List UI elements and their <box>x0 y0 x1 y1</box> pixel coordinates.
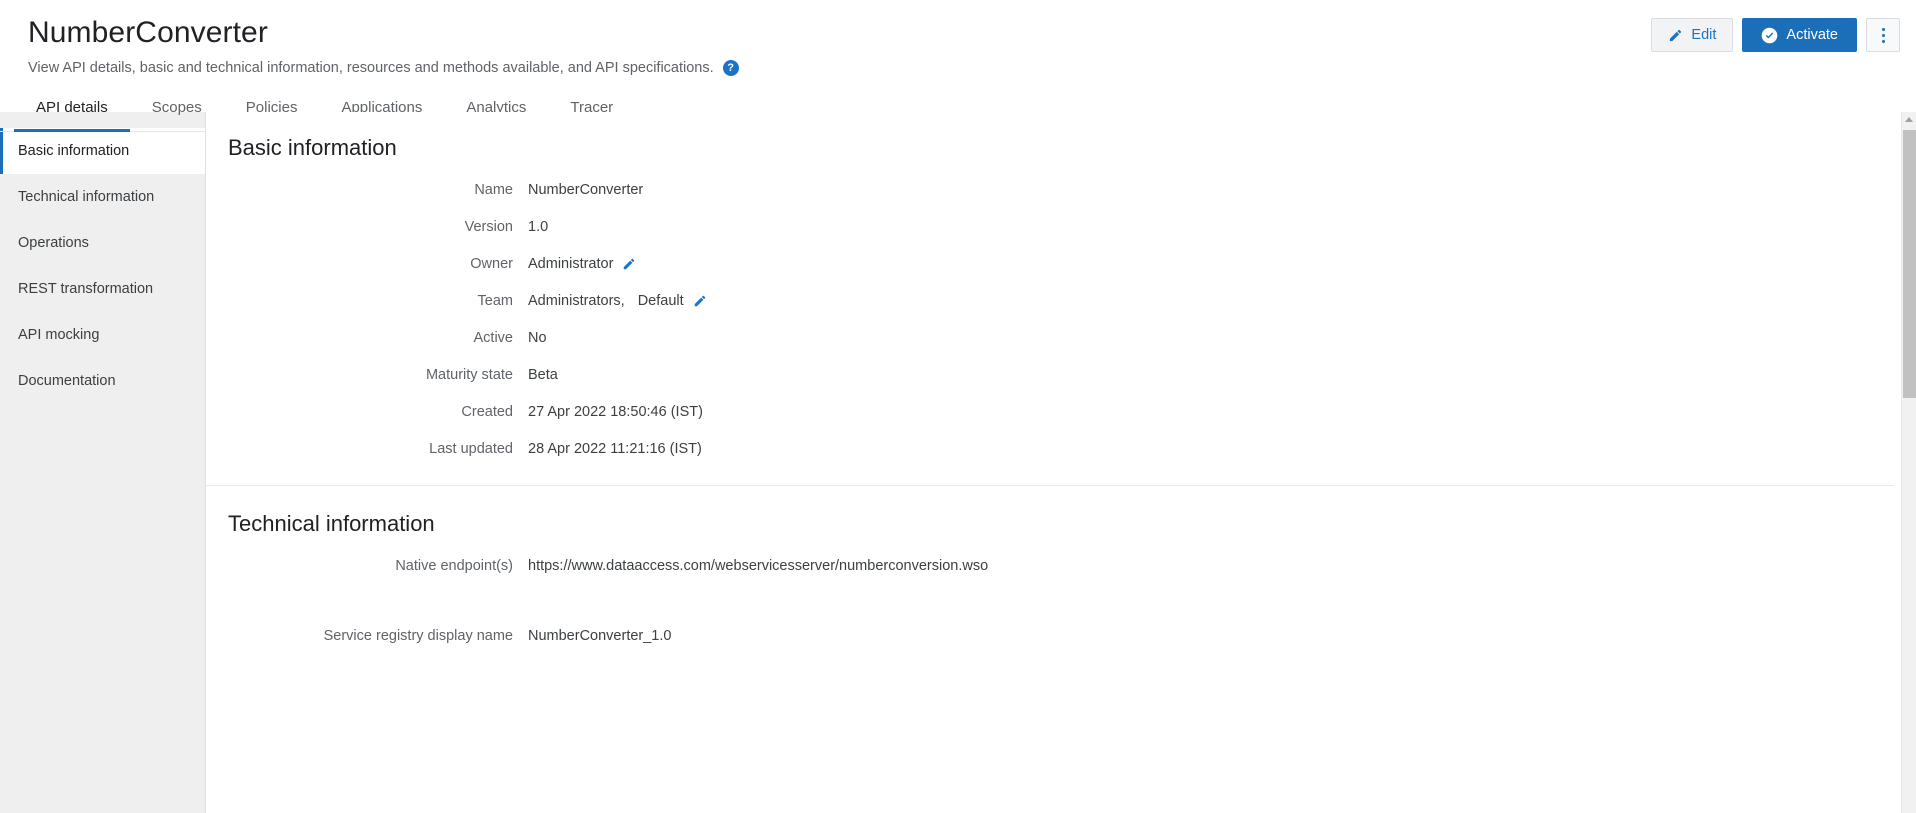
section-divider <box>206 485 1894 486</box>
detail-value-text: Beta <box>528 367 558 383</box>
page-header: NumberConverter View API details, basic … <box>0 0 1916 132</box>
detail-value-text: 28 Apr 2022 11:21:16 (IST) <box>528 441 702 457</box>
detail-value: 28 Apr 2022 11:21:16 (IST) <box>528 439 702 459</box>
owner-edit-pencil-icon[interactable] <box>622 257 636 271</box>
pencil-icon <box>1668 28 1683 43</box>
activate-button[interactable]: Activate <box>1742 18 1857 52</box>
page-body: Basic information Technical information … <box>0 112 1916 813</box>
detail-value-text: 1.0 <box>528 219 549 235</box>
header-actions: Edit Activate <box>1651 18 1900 52</box>
team-value-2: Default <box>637 293 684 309</box>
basic-information-title: Basic information <box>228 135 397 160</box>
detail-value: Administrators, Default <box>528 291 707 311</box>
native-endpoint-value: https://www.dataaccess.com/webservicesse… <box>528 558 989 574</box>
detail-row-maturity-state: Maturity state Beta <box>206 365 1916 385</box>
page-subtitle: View API details, basic and technical in… <box>28 60 714 76</box>
detail-row-team: Team Administrators, Default <box>206 291 1916 311</box>
detail-label: Team <box>477 293 513 309</box>
tab-api-details[interactable]: API details <box>14 98 130 132</box>
sidebar-item-rest-transformation[interactable]: REST transformation <box>0 266 205 312</box>
detail-row-last-updated: Last updated 28 Apr 2022 11:21:16 (IST) <box>206 439 1916 459</box>
basic-information-section: Basic information Name NumberConverter V… <box>206 134 1916 459</box>
api-details-page: NumberConverter View API details, basic … <box>0 0 1916 813</box>
team-edit-pencil-icon[interactable] <box>693 294 707 308</box>
technical-information-section: Technical information Native endpoint(s)… <box>206 510 1916 646</box>
detail-value: https://www.dataaccess.com/webservicesse… <box>528 556 988 576</box>
detail-label: Created <box>461 404 513 420</box>
detail-label: Native endpoint(s) <box>395 558 513 574</box>
section-sidebar: Basic information Technical information … <box>0 112 206 813</box>
page-subtitle-row: View API details, basic and technical in… <box>28 58 1916 78</box>
detail-value: Beta <box>528 365 558 385</box>
technical-information-title: Technical information <box>228 511 435 536</box>
check-circle-icon <box>1761 27 1778 44</box>
technical-information-rows: Native endpoint(s) https://www.dataacces… <box>206 556 1916 646</box>
detail-value-text: Administrator <box>528 256 614 272</box>
scroll-up-arrow-icon[interactable] <box>1905 117 1913 122</box>
kebab-menu-icon <box>1881 27 1885 31</box>
detail-row-version: Version 1.0 <box>206 217 1916 237</box>
detail-value-text: 27 Apr 2022 18:50:46 (IST) <box>528 404 703 420</box>
detail-row-name: Name NumberConverter <box>206 180 1916 200</box>
detail-label: Version <box>464 219 513 235</box>
team-value-1: Administrators, <box>528 293 625 309</box>
more-options-button[interactable] <box>1866 18 1900 52</box>
kebab-dot <box>1881 33 1885 37</box>
detail-row-owner: Owner Administrator <box>206 254 1916 274</box>
page-title: NumberConverter <box>28 16 268 49</box>
scrollbar-thumb[interactable] <box>1903 130 1916 398</box>
help-circle-icon[interactable]: ? <box>722 60 739 76</box>
detail-label: Last updated <box>429 441 513 457</box>
edit-button[interactable]: Edit <box>1651 18 1734 52</box>
detail-row-service-registry-display-name: Service registry display name NumberConv… <box>206 626 1916 646</box>
detail-value: No <box>528 328 547 348</box>
kebab-dot <box>1881 39 1885 43</box>
detail-label: Active <box>473 330 514 346</box>
sidebar-item-api-mocking[interactable]: API mocking <box>0 312 205 358</box>
vertical-scrollbar[interactable] <box>1901 112 1916 813</box>
detail-label: Owner <box>470 256 513 272</box>
detail-row-active: Active No <box>206 328 1916 348</box>
detail-value: Administrator <box>528 254 636 274</box>
detail-label: Name <box>474 182 513 198</box>
detail-value: 1.0 <box>528 217 548 237</box>
detail-label: Service registry display name <box>323 628 513 644</box>
detail-value: NumberConverter <box>528 180 643 200</box>
detail-row-created: Created 27 Apr 2022 18:50:46 (IST) <box>206 402 1916 422</box>
detail-value: 27 Apr 2022 18:50:46 (IST) <box>528 402 703 422</box>
detail-row-native-endpoints: Native endpoint(s) https://www.dataacces… <box>206 556 1916 576</box>
detail-value-text: NumberConverter <box>528 182 644 198</box>
sidebar-item-documentation[interactable]: Documentation <box>0 358 205 404</box>
service-registry-value: NumberConverter_1.0 <box>528 628 672 644</box>
sidebar-item-operations[interactable]: Operations <box>0 220 205 266</box>
details-content: Basic information Name NumberConverter V… <box>206 112 1916 813</box>
sidebar-item-technical-information[interactable]: Technical information <box>0 174 205 220</box>
activate-button-label: Activate <box>1786 27 1838 43</box>
edit-button-label: Edit <box>1691 27 1717 43</box>
basic-information-rows: Name NumberConverter Version 1.0 Owner A… <box>206 180 1916 459</box>
detail-label: Maturity state <box>425 367 513 383</box>
detail-value: NumberConverter_1.0 <box>528 626 671 646</box>
detail-value-text: No <box>528 330 547 346</box>
team-values: Administrators, Default <box>528 291 684 311</box>
sidebar-item-basic-information[interactable]: Basic information <box>0 128 205 174</box>
